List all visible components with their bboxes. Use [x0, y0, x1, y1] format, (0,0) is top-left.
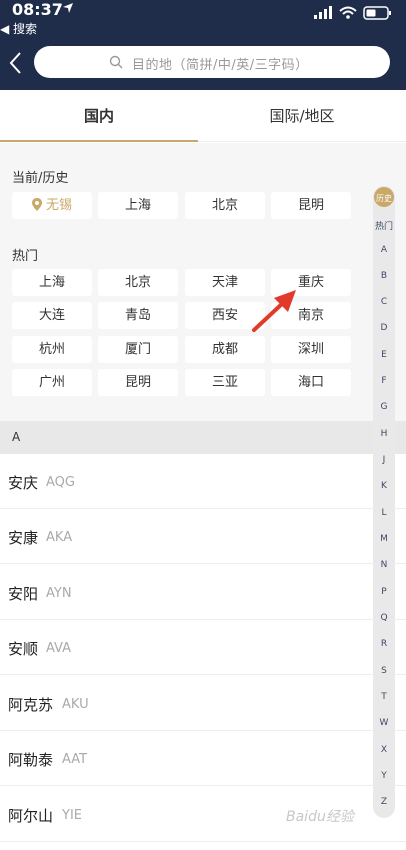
- active-tab-indicator: [0, 140, 198, 142]
- city-list: A 安庆 AQG 安康 AKA 安阳 AYN 安顺 AVA 阿克苏 AKU 阿勒…: [0, 421, 406, 850]
- search-row: 目的地（简拼/中/英/三字码）: [0, 44, 406, 80]
- back-to-app-link[interactable]: ◀ 搜索: [0, 20, 37, 37]
- letter-label: A: [12, 430, 21, 444]
- hot-section-title: 热门: [12, 249, 39, 264]
- city-chip[interactable]: 青岛: [98, 302, 178, 329]
- index-item-hot[interactable]: 热门: [373, 219, 395, 232]
- index-item[interactable]: X: [373, 745, 395, 755]
- index-item[interactable]: G: [373, 402, 395, 412]
- index-item[interactable]: B: [373, 271, 395, 281]
- list-item[interactable]: 阿勒泰 AAT: [0, 731, 406, 786]
- city-chip[interactable]: 大连: [12, 302, 92, 329]
- city-chip[interactable]: 广州: [12, 369, 92, 396]
- index-item[interactable]: F: [373, 376, 395, 386]
- index-item[interactable]: L: [373, 508, 395, 518]
- index-item[interactable]: J: [373, 455, 395, 465]
- index-item[interactable]: K: [373, 481, 395, 491]
- city-chip-label: 无锡: [45, 198, 72, 213]
- city-name: 安阳: [8, 585, 39, 603]
- city-chip[interactable]: 北京: [185, 192, 265, 219]
- tab-international[interactable]: 国际/地区: [198, 90, 406, 142]
- city-chip-current[interactable]: 无锡: [12, 192, 92, 219]
- status-time: 08:37: [12, 0, 63, 19]
- city-name: 安康: [8, 529, 39, 547]
- city-picker-panel: 当前/历史 无锡 上海 北京 昆明 热门 上海 北京 天津 重庆 大连 青岛 西…: [0, 143, 406, 421]
- history-section-title: 当前/历史: [12, 171, 69, 186]
- index-item[interactable]: Z: [373, 797, 395, 807]
- city-name: 阿尔山: [8, 807, 54, 825]
- city-code: AYN: [46, 586, 72, 601]
- region-tabs: 国内 国际/地区: [0, 90, 406, 142]
- city-chip[interactable]: 杭州: [12, 336, 92, 363]
- search-placeholder: 目的地（简拼/中/英/三字码）: [132, 58, 309, 73]
- annotation-arrow-icon: [252, 290, 296, 332]
- city-code: AKU: [62, 697, 89, 712]
- index-item[interactable]: M: [373, 534, 395, 544]
- index-item[interactable]: Q: [373, 613, 395, 623]
- city-chip[interactable]: 昆明: [271, 192, 351, 219]
- letter-section-header: A: [0, 421, 406, 454]
- list-item[interactable]: 安庆 AQG: [0, 454, 406, 509]
- city-chip[interactable]: 北京: [98, 269, 178, 296]
- index-item[interactable]: P: [373, 587, 395, 597]
- index-item[interactable]: S: [373, 666, 395, 676]
- index-item[interactable]: T: [373, 692, 395, 702]
- city-name: 阿克苏: [8, 696, 54, 714]
- city-code: AQG: [46, 475, 75, 490]
- list-item[interactable]: 安顺 AVA: [0, 620, 406, 675]
- city-chip[interactable]: 三亚: [185, 369, 265, 396]
- city-chip[interactable]: 海口: [271, 369, 351, 396]
- city-name: 安庆: [8, 474, 39, 492]
- city-code: AVA: [46, 641, 72, 656]
- index-item[interactable]: W: [373, 718, 395, 728]
- index-item[interactable]: Y: [373, 771, 395, 781]
- city-chip[interactable]: 成都: [185, 336, 265, 363]
- search-icon: [109, 55, 123, 69]
- list-item[interactable]: 安康 AKA: [0, 509, 406, 564]
- status-icons: [314, 6, 391, 20]
- wifi-icon: [339, 6, 357, 19]
- city-chip[interactable]: 上海: [12, 269, 92, 296]
- alphabet-index-bar[interactable]: 历史 热门 A B C D E F G H J K L M N P Q R S …: [373, 186, 395, 818]
- index-item[interactable]: E: [373, 350, 395, 360]
- city-code: YIE: [62, 808, 82, 823]
- signal-icon: [314, 6, 332, 19]
- city-chip[interactable]: 上海: [98, 192, 178, 219]
- city-name: 安顺: [8, 640, 39, 658]
- location-arrow-icon: [63, 3, 73, 13]
- list-item[interactable]: 安阳 AYN: [0, 565, 406, 620]
- app-header: 08:37 ◀ 搜索 目的地（简拼/中/英/三字码）: [0, 0, 406, 90]
- index-item[interactable]: R: [373, 639, 395, 649]
- city-chip[interactable]: 厦门: [98, 336, 178, 363]
- index-item[interactable]: A: [373, 245, 395, 255]
- index-item[interactable]: D: [373, 323, 395, 333]
- city-code: AKA: [46, 530, 73, 545]
- back-arrow-icon[interactable]: [6, 50, 26, 76]
- watermark: Baidu经验: [286, 809, 354, 825]
- index-item-history[interactable]: 历史: [374, 187, 394, 207]
- list-item[interactable]: 阿克苏 AKU: [0, 676, 406, 731]
- index-item[interactable]: H: [373, 429, 395, 439]
- search-input[interactable]: 目的地（简拼/中/英/三字码）: [34, 46, 390, 78]
- index-item[interactable]: C: [373, 297, 395, 307]
- city-name: 阿勒泰: [8, 751, 54, 769]
- city-chip[interactable]: 深圳: [271, 336, 351, 363]
- index-item[interactable]: N: [373, 560, 395, 570]
- city-chip[interactable]: 昆明: [98, 369, 178, 396]
- tab-domestic[interactable]: 国内: [0, 90, 198, 142]
- city-code: AAT: [62, 752, 88, 767]
- battery-icon: [363, 6, 391, 20]
- location-pin-icon: [31, 198, 42, 211]
